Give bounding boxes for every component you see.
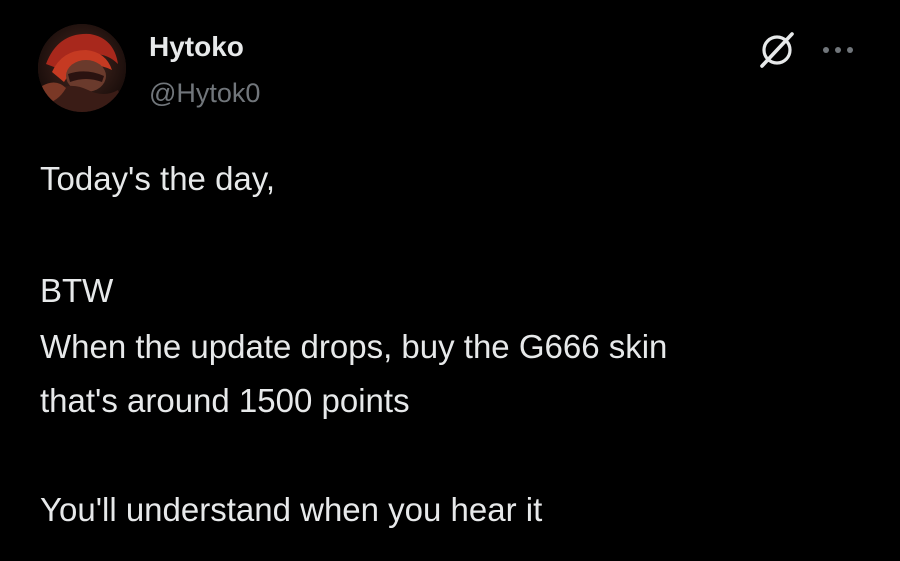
post-text-line: that's around 1500 points (40, 382, 410, 419)
post-text-line: When the update drops, buy the G666 skin (40, 328, 668, 365)
post-text-line: BTW (40, 272, 114, 309)
grok-icon[interactable] (755, 28, 799, 72)
user-handle[interactable]: @Hytok0 (149, 76, 260, 110)
display-name[interactable]: Hytoko (149, 30, 244, 64)
avatar[interactable] (38, 24, 126, 112)
post-card: Hytoko @Hytok0 Today's the day, BTW When… (0, 0, 900, 561)
avatar-image (38, 24, 126, 112)
more-dots-icon[interactable] (818, 40, 858, 60)
post-text-line: You'll understand when you hear it (40, 491, 543, 528)
post-text-line: Today's the day, (40, 160, 275, 197)
